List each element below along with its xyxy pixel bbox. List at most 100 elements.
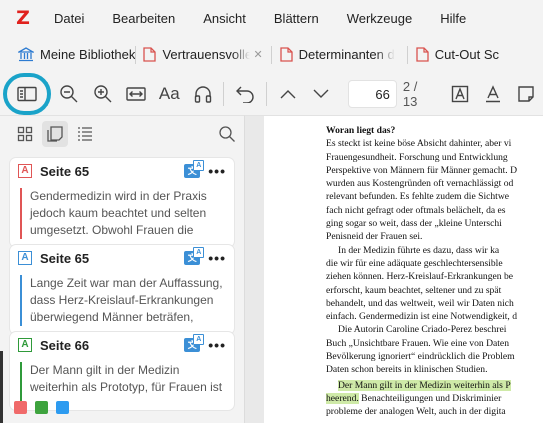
tab-document-1[interactable]: Vertrauensvolle K ✕ <box>135 36 270 73</box>
annotation-text: Der Mann gilt in der Medizin weiterhin a… <box>20 362 224 404</box>
back-button[interactable] <box>228 77 261 111</box>
next-page-button[interactable] <box>304 77 337 111</box>
menu-bar: Z Datei Bearbeiten Ansicht Blättern Werk… <box>0 0 543 36</box>
text-annotation-icon: A <box>18 164 32 178</box>
color-filter <box>14 401 77 414</box>
text-line: behandelt, und das weltweit, weil wir Da… <box>326 297 514 309</box>
text-annotation-button[interactable] <box>443 77 476 111</box>
translate-icon[interactable]: 文 <box>184 247 205 265</box>
toolbar-divider <box>265 82 267 106</box>
tab-document-3-label: Cut-Out Sc <box>434 47 500 62</box>
chevron-up-icon <box>280 90 295 99</box>
section-heading: Woran liegt das? <box>326 125 396 136</box>
tab-library[interactable]: Meine Bibliothek <box>0 36 135 73</box>
menu-werkzeuge[interactable]: Werkzeuge <box>347 11 413 26</box>
text-line: Perspektive von Männern für Männer gemac… <box>326 164 518 176</box>
zoom-out-button[interactable] <box>52 77 85 111</box>
text-line: In der Medizin führte es dazu, dass wir … <box>338 244 500 256</box>
text-line: Frauengesundheit. Forschung und Entwickl… <box>326 151 508 163</box>
page-number-input[interactable]: 66 <box>347 80 397 108</box>
underline-button[interactable] <box>476 77 509 111</box>
pdf-icon <box>143 47 157 62</box>
menu-ansicht[interactable]: Ansicht <box>203 11 246 26</box>
more-options-icon[interactable]: ••• <box>208 337 226 353</box>
window-edge <box>0 351 3 423</box>
tab-bar: Meine Bibliothek Vertrauensvolle K ✕ Det… <box>0 36 543 73</box>
green-color-filter[interactable] <box>35 401 48 414</box>
highlighted-text[interactable]: heerend. <box>326 392 359 404</box>
close-tab-icon[interactable]: ✕ <box>254 48 263 61</box>
text-line: wurden aus Kostengründen oft vernachläss… <box>326 178 514 190</box>
search-annotations-button[interactable] <box>214 121 240 147</box>
annotation-page: Seite 65 <box>40 250 90 266</box>
previous-page-button[interactable] <box>271 77 304 111</box>
translate-icon[interactable]: 文 <box>184 334 205 352</box>
text-line: die wir für eine adäquate geschlechterse… <box>326 257 503 269</box>
toolbar: Aa 66 2 / 13 <box>0 73 543 115</box>
thumbnails-view-button[interactable] <box>12 121 38 147</box>
menu-datei[interactable]: Datei <box>54 11 84 26</box>
undo-arrow-icon <box>236 86 254 103</box>
page-total: 2 / 13 <box>402 79 418 109</box>
outline-view-button[interactable] <box>72 121 98 147</box>
annotation-text: Lange Zeit war man der Auffassung, dass … <box>20 275 224 326</box>
annotation-page: Seite 65 <box>40 163 90 179</box>
text-line: Bevölkerung ignoriert“ eindrücklich die … <box>326 351 515 363</box>
annotation-page: Seite 66 <box>40 337 90 353</box>
red-color-filter[interactable] <box>14 401 27 414</box>
note-icon <box>518 86 535 102</box>
text-annotation-icon: A <box>18 338 32 352</box>
menu-hilfe[interactable]: Hilfe <box>440 11 466 26</box>
pdf-icon <box>279 47 293 62</box>
text-line: Die Autorin Caroline Criado-Perez beschr… <box>338 324 507 336</box>
sidebar-view-switcher <box>0 116 244 152</box>
outline-list-icon <box>78 127 92 141</box>
text-line: Buch „Unsichtbare Frauen. Wie eine von D… <box>326 337 509 349</box>
text-line: ging sogar so weit, dass der „kleine Unt… <box>326 218 502 230</box>
annotation-card[interactable]: A Seite 65 文 ••• Lange Zeit war man der … <box>10 245 234 334</box>
annotations-icon <box>47 126 63 142</box>
font-size-label: Aa <box>158 84 180 103</box>
more-options-icon[interactable]: ••• <box>208 250 226 266</box>
text-line: Benachteiligungen und Diskriminier <box>358 392 502 404</box>
text-line: Es steckt ist keine böse Absicht dahinte… <box>326 138 512 150</box>
app-logo: Z <box>16 7 30 29</box>
annotations-view-button[interactable] <box>42 121 68 147</box>
text-line: Daten schon bereits in klinischen Studie… <box>326 364 488 376</box>
menu-blaettern[interactable]: Blättern <box>274 11 319 26</box>
menu-bearbeiten[interactable]: Bearbeiten <box>112 11 175 26</box>
text-line: ziehen können. Herz-Kreislauf-Erkrankung… <box>326 271 513 283</box>
blue-color-filter[interactable] <box>56 401 69 414</box>
text-box-icon <box>451 85 468 103</box>
text-line: fach nicht gefragt oder oftmals belächel… <box>326 204 506 216</box>
library-icon <box>18 47 34 62</box>
text-line: einfach. Gendermedizin ist eine Notwendi… <box>326 311 518 323</box>
tab-document-2-label: Determinanten d <box>298 47 395 62</box>
annotations-sidebar: A Seite 65 文 ••• Gendermedizin wird in d… <box>0 115 244 423</box>
text-line: relevant befunden. Es fehlte zudem die S… <box>326 191 510 203</box>
text-line: Penisneid der Frauen sei. <box>326 231 423 243</box>
note-button[interactable] <box>510 77 543 111</box>
translate-icon[interactable]: 文 <box>184 160 205 178</box>
more-options-icon[interactable]: ••• <box>208 163 226 179</box>
pdf-icon <box>416 47 429 62</box>
font-size-button[interactable]: Aa <box>153 77 186 111</box>
tab-document-3[interactable]: Cut-Out Sc <box>408 36 543 73</box>
text-line: erforscht, kaum beachtet, seltener und z… <box>326 284 502 296</box>
highlight-circle <box>3 73 51 115</box>
annotation-text: Gendermedizin wird in der Praxis jedoch … <box>20 188 224 239</box>
underline-text-icon <box>485 85 500 103</box>
text-annotation-icon: A <box>18 251 32 265</box>
tab-library-label: Meine Bibliothek <box>40 47 135 62</box>
text-line: probleme der analogen Welt, auch in der … <box>326 406 506 418</box>
fit-width-icon <box>126 87 146 101</box>
annotation-card[interactable]: A Seite 65 文 ••• Gendermedizin wird in d… <box>10 158 234 247</box>
tab-document-1-label: Vertrauensvolle K <box>162 47 250 62</box>
tab-document-2[interactable]: Determinanten d <box>272 36 407 73</box>
read-aloud-button[interactable] <box>186 77 219 111</box>
fit-width-button[interactable] <box>119 77 152 111</box>
toolbar-divider <box>223 82 225 106</box>
zoom-in-button[interactable] <box>86 77 119 111</box>
highlighted-text[interactable]: Der Mann gilt in der Medizin weiterhin a… <box>338 379 511 391</box>
annotation-card[interactable]: A Seite 66 文 ••• Der Mann gilt in der Me… <box>10 332 234 410</box>
